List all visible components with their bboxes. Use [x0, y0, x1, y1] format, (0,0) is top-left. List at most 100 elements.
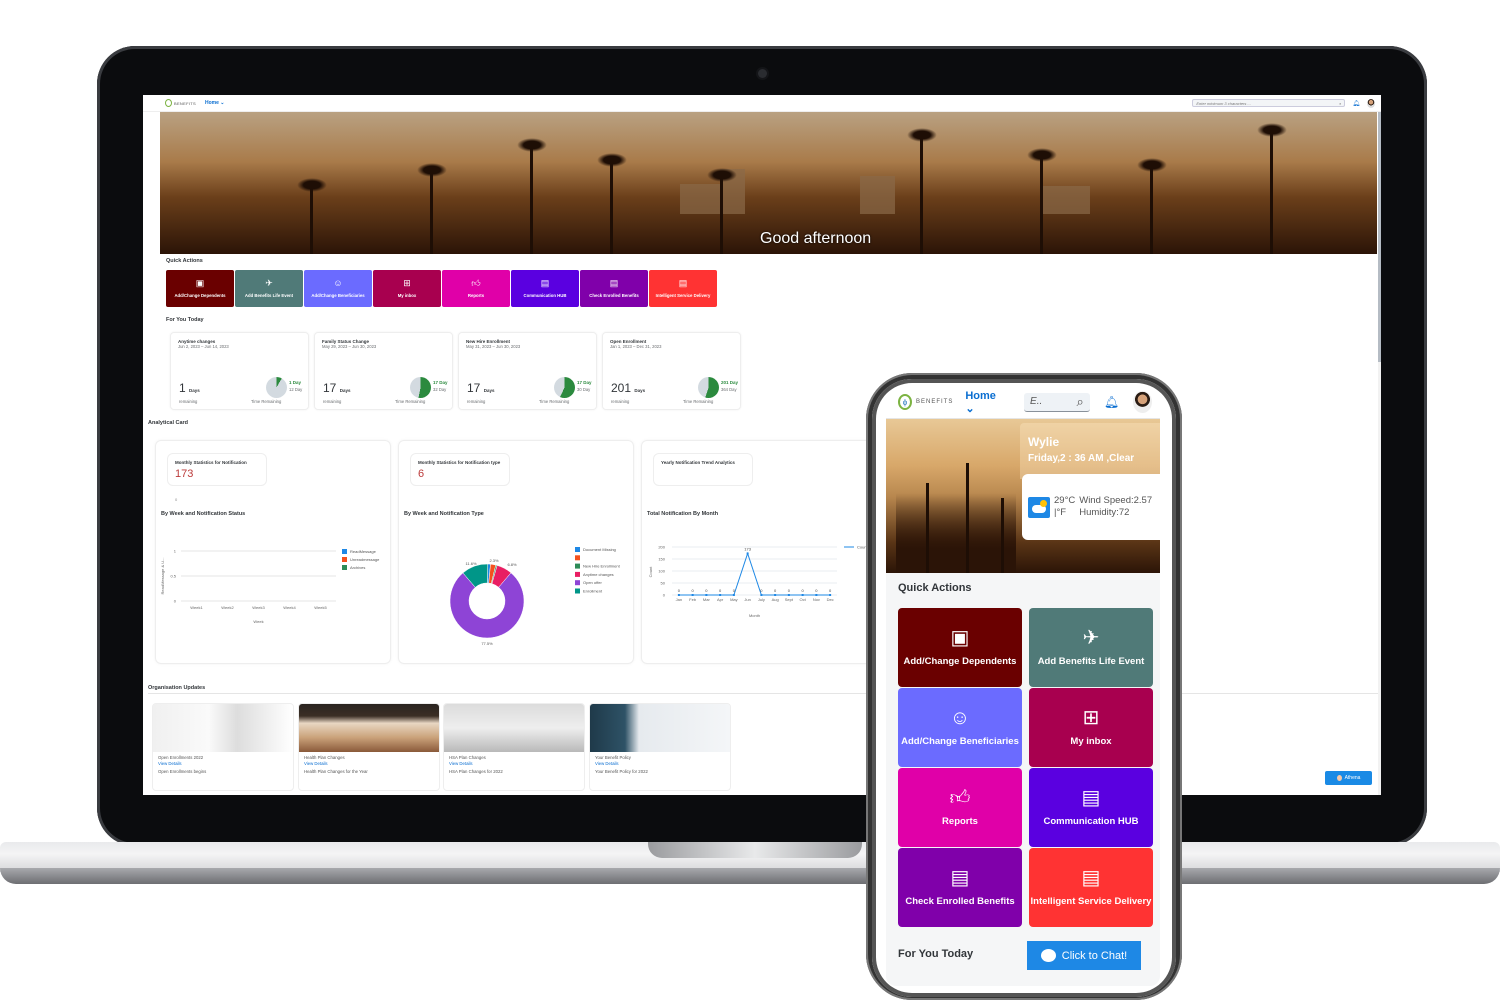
- for-you-today-card[interactable]: Anytime changes Jun 2, 2023 – Jun 14, 202…: [170, 332, 309, 410]
- qa-intelligent-service-delivery[interactable]: ▤ Intelligent Service Delivery: [649, 270, 717, 307]
- time-remaining-pie: [554, 377, 575, 398]
- user-avatar[interactable]: [1133, 391, 1152, 413]
- bell-icon[interactable]: 🔔︎: [1352, 100, 1360, 107]
- analytical-card-status[interactable]: Monthly Statistics for Notification 173 …: [155, 440, 391, 664]
- qa-my-inbox[interactable]: ⊞ My inbox: [1029, 688, 1153, 767]
- qa-add-benefits-life-event[interactable]: ✈ Add Benefits Life Event: [1029, 608, 1153, 687]
- analytical-card-yearly[interactable]: Yearly Notification Trend Analytics Tota…: [641, 440, 877, 664]
- qa-add-change-dependents[interactable]: ▣ Add/Change Dependents: [898, 608, 1022, 687]
- desktop-screen: BENEFITS Home ⌄ Enter minimum 3 characte…: [143, 95, 1381, 795]
- x-tick-label: Apr: [717, 597, 724, 602]
- qa-label: Add/Change Beneficiaries: [311, 293, 365, 298]
- card-dates: Jan 1, 2023 – Dec 31, 2023: [610, 344, 662, 349]
- qa-communication-hub[interactable]: ▤ Communication HUB: [1029, 768, 1153, 847]
- benefits-logo[interactable]: BENEFITS: [165, 99, 196, 107]
- search-icon[interactable]: ⌕: [1339, 101, 1341, 106]
- org-card[interactable]: HSA Plan Changes View Details HSA Plan C…: [443, 703, 585, 791]
- qa-add-benefits-life-event[interactable]: ✈ Add Benefits Life Event: [235, 270, 303, 307]
- qa-reports[interactable]: 👍︎ Reports: [898, 768, 1022, 847]
- qa-check-enrolled-benefits[interactable]: ▤ Check Enrolled Benefits: [580, 270, 648, 307]
- thumbs-up-icon: 👍︎: [949, 787, 971, 809]
- airplane-icon: ✈: [1082, 627, 1100, 649]
- id-card-icon: ▤: [950, 867, 970, 889]
- legend-swatch: [575, 571, 580, 577]
- kpi-yearly-trend: Yearly Notification Trend Analytics: [653, 453, 753, 486]
- laptop-base-edge: [0, 868, 1500, 884]
- scrollbar[interactable]: [1378, 112, 1381, 795]
- search-input[interactable]: Enter minimum 3 characters ... ⌕: [1192, 99, 1346, 107]
- org-card[interactable]: Your Benefit Policy View Details Your Be…: [589, 703, 731, 791]
- x-tick-label: Mar: [703, 597, 711, 602]
- legend-label: New Hire Enrollment: [583, 564, 621, 569]
- for-you-today-title: For You Today: [898, 948, 974, 960]
- logo-text: BENEFITS: [174, 100, 196, 106]
- chat-smile-icon: ☺: [333, 278, 343, 288]
- x-tick-label: Oct: [800, 597, 807, 602]
- view-details-link[interactable]: View Details: [595, 761, 730, 766]
- weather-header: Wylie Friday,2 : 36 AM ,Clear: [1020, 423, 1160, 479]
- home-menu[interactable]: Home ⌄: [965, 390, 1008, 415]
- for-you-today-card[interactable]: New Hire Enrollment May 31, 2023 – Jun 30…: [458, 332, 597, 410]
- calendar-arrow-icon: ▣: [950, 627, 970, 649]
- qa-add-change-beneficiaries[interactable]: ☺ Add/Change Beneficiaries: [898, 688, 1022, 767]
- home-menu[interactable]: Home ⌄: [205, 100, 225, 106]
- qa-label: Check Enrolled Benefits: [905, 896, 1015, 907]
- chart-title: By Week and Notification Status: [161, 511, 246, 517]
- x-tick-label: Week5: [314, 605, 327, 610]
- view-details-link[interactable]: View Details: [304, 761, 439, 766]
- search-value: E..: [1030, 396, 1043, 407]
- qa-communication-hub[interactable]: ▤ Communication HUB: [511, 270, 579, 307]
- bell-icon[interactable]: 🔔︎: [1104, 395, 1119, 409]
- org-card[interactable]: Open Enrollments 2022 View Details Open …: [152, 703, 294, 791]
- org-card[interactable]: Health Plan Changes View Details Health …: [298, 703, 440, 791]
- search-placeholder: Enter minimum 3 characters ...: [1196, 100, 1251, 106]
- qa-check-enrolled-benefits[interactable]: ▤ Check Enrolled Benefits: [898, 848, 1022, 927]
- y-tick-label: 100: [658, 569, 665, 574]
- org-card-image: [590, 704, 730, 752]
- qa-add-change-beneficiaries[interactable]: ☺ Add/Change Beneficiaries: [304, 270, 372, 307]
- for-you-today-card[interactable]: Family Status Change May 29, 2023 – Jun 3…: [314, 332, 453, 410]
- qa-label: Communication HUB: [523, 293, 567, 298]
- qa-intelligent-service-delivery[interactable]: ▤ Intelligent Service Delivery: [1029, 848, 1153, 927]
- qa-reports[interactable]: 👍︎ Reports: [442, 270, 510, 307]
- analytical-card-title: Analytical Card: [148, 420, 189, 426]
- days-remaining: 1 Days: [179, 381, 200, 395]
- data-point: [829, 594, 832, 596]
- hero-banner: Good afternoon: [160, 112, 1377, 254]
- data-point: [732, 594, 735, 596]
- logo-text: BENEFITS: [916, 399, 954, 405]
- view-details-link[interactable]: View Details: [158, 761, 293, 766]
- scrollbar-thumb[interactable]: [1378, 112, 1381, 362]
- analytical-card-type[interactable]: Monthly Statistics for Notification type…: [398, 440, 634, 664]
- x-tick-label: May: [730, 597, 738, 602]
- user-avatar[interactable]: [1367, 98, 1375, 108]
- view-details-link[interactable]: View Details: [449, 761, 584, 766]
- data-label: 0: [705, 588, 708, 593]
- data-point: [815, 594, 818, 596]
- qa-add-change-dependents[interactable]: ▣ Add/Change Dependents: [166, 270, 234, 307]
- qa-my-inbox[interactable]: ⊞ My inbox: [373, 270, 441, 307]
- mobile-search-input[interactable]: E.. ⌕: [1024, 392, 1090, 412]
- kpi-title: Monthly Statistics for Notification type: [418, 460, 501, 465]
- remaining-label: remaining: [323, 399, 342, 404]
- x-tick-label: Aug: [772, 597, 779, 602]
- qa-label: Add/Change Dependents: [174, 293, 226, 298]
- weekly-status-chart: 0 0.5 1 Week1 Week2 Week3 Week4 Week5 Week ReadMe…: [160, 549, 380, 625]
- y-tick-label: 200: [658, 545, 665, 550]
- legend-swatch: [575, 580, 580, 586]
- quick-actions-row: ▣ Add/Change Dependents ✈ Add Benefits Lif…: [166, 270, 717, 307]
- kpi-title: Yearly Notification Trend Analytics: [661, 460, 735, 465]
- unit-toggle[interactable]: |°F: [1054, 507, 1075, 519]
- mobile-hero-banner: Wylie Friday,2 : 36 AM ,Clear 29°C |°F Wi…: [886, 419, 1160, 573]
- click-to-chat-button[interactable]: Click to Chat!: [1027, 941, 1141, 970]
- qa-label: Intelligent Service Delivery: [1030, 896, 1152, 907]
- athena-assistant-button[interactable]: Athena: [1325, 771, 1372, 785]
- search-icon[interactable]: ⌕: [1077, 394, 1084, 410]
- chart-title: Total Notification By Month: [647, 511, 719, 517]
- x-tick-label: Jan: [676, 597, 682, 602]
- x-tick-label: Week4: [283, 605, 296, 610]
- for-you-today-card[interactable]: Open Enrollment Jan 1, 2023 – Dec 31, 202…: [602, 332, 741, 410]
- time-remaining-pie: [698, 377, 719, 398]
- benefits-logo[interactable]: ϕ BENEFITS: [898, 394, 953, 410]
- data-label: 0: [678, 588, 681, 593]
